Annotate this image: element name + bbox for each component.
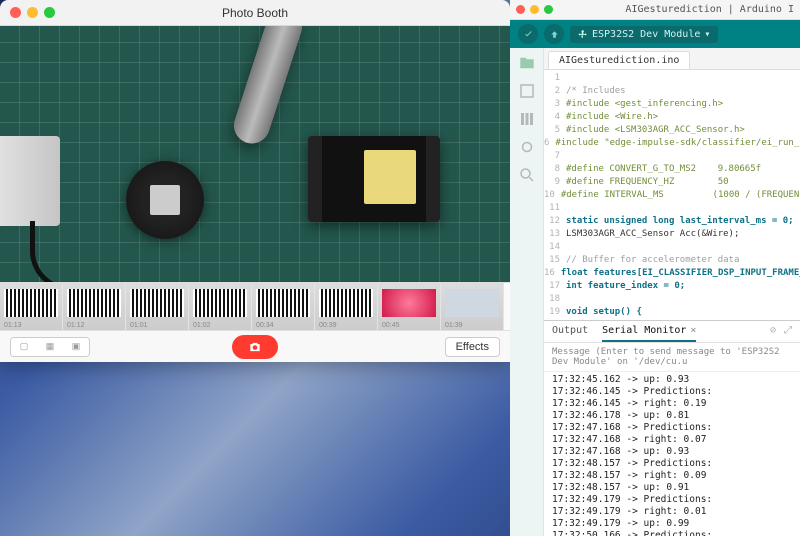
tab-sketch[interactable]: AIGesturediction.ino <box>548 51 690 69</box>
chevron-down-icon: ▾ <box>704 29 710 40</box>
code-editor[interactable]: 12/* Includes3#include <gest_inferencing… <box>544 70 800 320</box>
close-icon[interactable] <box>516 5 525 14</box>
minimize-icon[interactable] <box>530 5 539 14</box>
effects-button[interactable]: Effects <box>445 337 500 357</box>
arduino-titlebar[interactable]: AIGesturediction | Arduino I <box>510 0 800 20</box>
thumbnail[interactable]: 00:34 <box>252 283 315 330</box>
thumbnail-strip[interactable]: 01:13 01:12 01:01 01:02 00:34 00:39 00:45 01:39 <box>0 282 510 330</box>
thumbnail-timestamp: 00:45 <box>382 322 400 329</box>
thumbnail-timestamp: 00:34 <box>256 322 274 329</box>
mode-still-icon[interactable]: ▢ <box>11 338 37 356</box>
serial-output[interactable]: 17:32:45.162 -> up: 0.93 17:32:46.145 ->… <box>544 372 800 536</box>
arduino-toolbar: ESP32S2 Dev Module ▾ <box>510 20 800 48</box>
thumbnail[interactable]: 01:12 <box>63 283 126 330</box>
photobooth-titlebar[interactable]: Photo Booth <box>0 0 510 26</box>
zoom-icon[interactable] <box>544 5 553 14</box>
editor-tabs: AIGesturediction.ino <box>544 48 800 70</box>
boards-icon[interactable] <box>518 82 536 100</box>
upload-button[interactable] <box>544 24 564 44</box>
camera-viewport <box>0 26 510 282</box>
search-icon[interactable] <box>518 166 536 184</box>
mode-video-icon[interactable]: ▣ <box>63 338 89 356</box>
thumbnail[interactable]: 01:01 <box>126 283 189 330</box>
serial-message-input[interactable]: Message (Enter to send message to 'ESP32… <box>544 343 800 372</box>
expand-icon[interactable]: ⤢ <box>784 325 792 342</box>
thumbnail-timestamp: 01:39 <box>445 322 463 329</box>
arduino-window: AIGesturediction | Arduino I ESP32S2 Dev… <box>510 0 800 536</box>
debug-icon[interactable] <box>518 138 536 156</box>
thumbnail-timestamp: 01:02 <box>193 322 211 329</box>
thumbnail[interactable]: 01:39 <box>441 283 504 330</box>
thumbnail-timestamp: 00:39 <box>319 322 337 329</box>
folder-icon[interactable] <box>518 54 536 72</box>
thumbnail-timestamp: 01:12 <box>67 322 85 329</box>
tab-serial-monitor[interactable]: Serial Monitor× <box>602 325 696 342</box>
arduino-sidebar <box>510 48 544 536</box>
photobooth-title: Photo Booth <box>0 6 510 20</box>
bottom-panel: Output Serial Monitor× ⊘ ⤢ Message (Ente… <box>544 320 800 536</box>
thumbnail[interactable]: 01:02 <box>189 283 252 330</box>
clear-icon[interactable]: ⊘ <box>770 325 776 342</box>
thumbnail-timestamp: 01:13 <box>4 322 22 329</box>
thumbnail[interactable]: 00:45 <box>378 283 441 330</box>
mode-burst-icon[interactable]: ▦ <box>37 338 63 356</box>
thumbnail[interactable]: 00:39 <box>315 283 378 330</box>
tab-output[interactable]: Output <box>552 325 588 342</box>
library-icon[interactable] <box>518 110 536 128</box>
photobooth-controls: ▢ ▦ ▣ Effects <box>0 330 510 362</box>
close-icon[interactable]: × <box>690 325 696 336</box>
board-selector[interactable]: ESP32S2 Dev Module ▾ <box>570 26 718 43</box>
photobooth-window: Photo Booth 01:13 01:12 01:01 01:02 00:34 00:… <box>0 0 510 362</box>
camera-icon <box>248 340 262 354</box>
thumbnail-timestamp: 01:01 <box>130 322 148 329</box>
board-name: ESP32S2 Dev Module <box>592 29 700 40</box>
record-button[interactable] <box>232 335 278 359</box>
arduino-title: AIGesturediction | Arduino I <box>625 4 794 15</box>
bottom-tabs: Output Serial Monitor× ⊘ ⤢ <box>544 321 800 343</box>
usb-icon <box>578 29 588 39</box>
verify-button[interactable] <box>518 24 538 44</box>
mode-segmented[interactable]: ▢ ▦ ▣ <box>10 337 90 357</box>
thumbnail[interactable]: 01:13 <box>0 283 63 330</box>
